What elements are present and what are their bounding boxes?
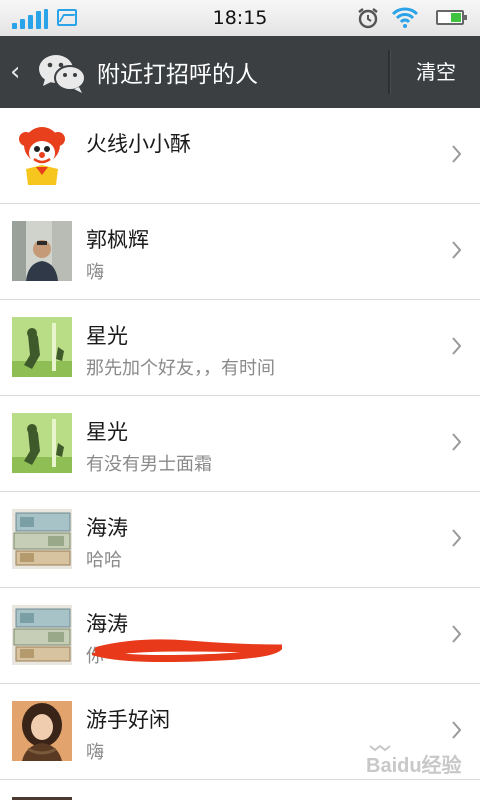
chevron-right-icon bbox=[452, 529, 462, 547]
wifi-icon bbox=[391, 7, 419, 28]
clown-avatar bbox=[12, 125, 72, 185]
last-message: 哈哈 bbox=[86, 550, 122, 571]
watermark-text: Baidu经验 bbox=[366, 753, 462, 777]
contact-name: 海涛 bbox=[86, 516, 128, 540]
woman-photo-avatar bbox=[12, 701, 72, 761]
title-bar: ‹ 附近打招呼的人 清空 bbox=[0, 36, 480, 108]
chevron-right-icon bbox=[452, 433, 462, 451]
chevron-right-icon bbox=[452, 145, 462, 163]
status-bar: 18:15 bbox=[0, 0, 480, 36]
alarm-clock-icon bbox=[358, 8, 378, 29]
last-message: 嗨 bbox=[86, 742, 104, 763]
list-item[interactable]: 星光 那先加个好友，，有时间 bbox=[0, 300, 480, 396]
contact-name: 星光 bbox=[86, 324, 128, 348]
chevron-right-icon bbox=[452, 625, 462, 643]
wechat-logo-icon bbox=[39, 55, 86, 93]
clear-button[interactable]: 清空 bbox=[398, 50, 474, 94]
last-message: 有没有男士面霜 bbox=[86, 454, 212, 475]
battery-icon bbox=[436, 10, 467, 25]
greeting-list: 火线小小酥 郭枫辉 嗨 星光 那先加个好友，，有时间 星光 有没有男士面霜 海涛… bbox=[0, 108, 480, 800]
banknotes-avatar bbox=[12, 509, 72, 569]
contact-name: 火线小小酥 bbox=[86, 132, 191, 156]
redaction-scribble bbox=[92, 639, 282, 662]
header-divider bbox=[388, 50, 391, 94]
green-figure-avatar bbox=[12, 413, 72, 473]
chevron-left-icon[interactable]: ‹ bbox=[10, 58, 28, 86]
last-message: 那先加个好友，，有时间 bbox=[86, 358, 275, 379]
contact-name: 星光 bbox=[86, 420, 128, 444]
chevron-right-icon bbox=[452, 241, 462, 259]
chevron-right-icon bbox=[452, 337, 462, 355]
list-item[interactable]: 郭枫辉 嗨 bbox=[0, 204, 480, 300]
list-item[interactable]: 海涛 哈哈 bbox=[0, 492, 480, 588]
contact-name: 郭枫辉 bbox=[86, 228, 149, 252]
page-title: 附近打招呼的人 bbox=[97, 62, 258, 88]
chevron-right-icon bbox=[452, 721, 462, 739]
green-figure-avatar bbox=[12, 317, 72, 377]
list-item[interactable]: 海涛 你 bbox=[0, 588, 480, 684]
man-photo-avatar bbox=[12, 221, 72, 281]
banknotes-avatar bbox=[12, 605, 72, 665]
contact-name: 游手好闲 bbox=[86, 708, 170, 732]
last-message: 嗨 bbox=[86, 262, 104, 283]
list-item-partial[interactable] bbox=[0, 780, 480, 800]
baidu-jingyan-watermark: Baidu经验 bbox=[366, 744, 462, 777]
contact-name: 海涛 bbox=[86, 612, 128, 636]
list-item[interactable]: 火线小小酥 bbox=[0, 108, 480, 204]
list-item[interactable]: 星光 有没有男士面霜 bbox=[0, 396, 480, 492]
